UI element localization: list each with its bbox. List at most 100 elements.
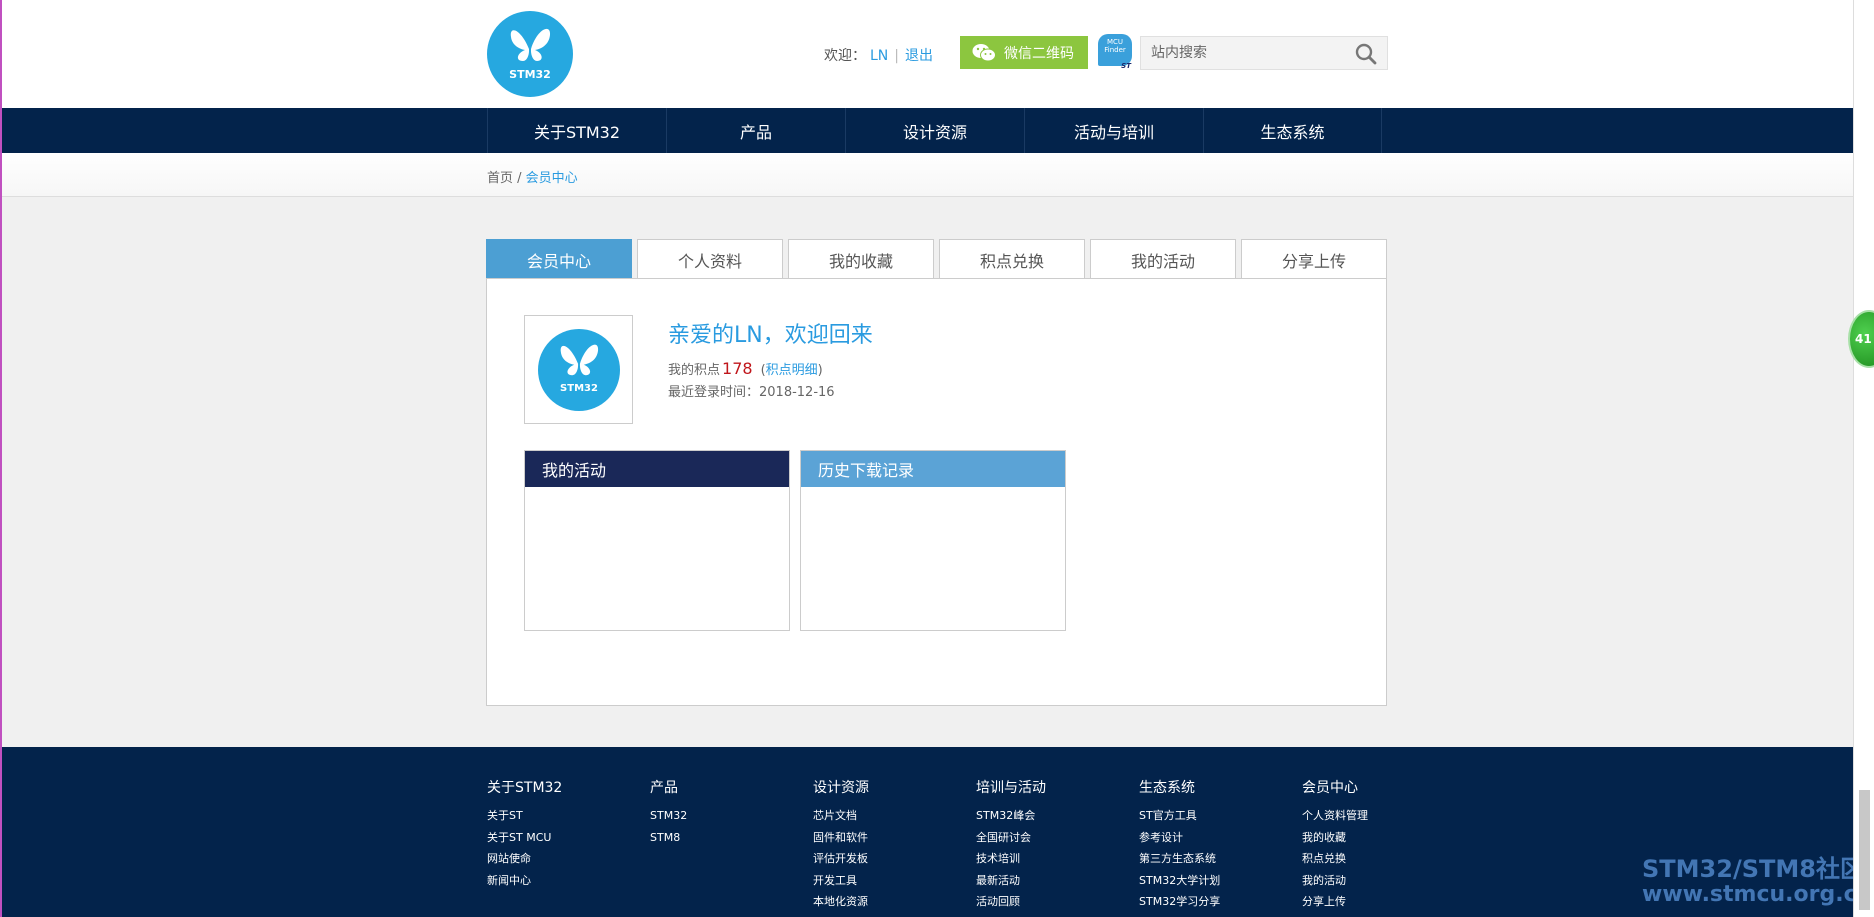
footer-link[interactable]: 最新活动 (976, 870, 1136, 892)
main-nav: 关于STM32 产品 设计资源 活动与培训 生态系统 (2, 108, 1853, 153)
footer-link[interactable]: 关于ST (487, 805, 647, 827)
nav-item-design-resources[interactable]: 设计资源 (845, 108, 1024, 153)
footer-col-member: 会员中心 个人资料管理 我的收藏 积点兑换 我的活动 分享上传 (1302, 777, 1462, 913)
site-watermark: STM32/STM8社区 www.stmcu.org.c (1642, 855, 1864, 907)
site-footer: 关于STM32 关于ST 关于ST MCU 网站使命 新闻中心 产品 STM32… (2, 747, 1853, 917)
username-link[interactable]: LN (870, 48, 888, 64)
site-header: STM32 欢迎： LN | 退出 微信二维码 MCU Finder ST (2, 0, 1853, 108)
my-activities-box: 我的活动 (524, 450, 790, 631)
footer-link[interactable]: 我的收藏 (1302, 827, 1462, 849)
last-login-label: 最近登录时间： (668, 385, 760, 400)
breadcrumb-current[interactable]: 会员中心 (526, 171, 578, 186)
footer-link[interactable]: STM32大学计划 (1139, 870, 1299, 892)
avatar-logo: STM32 (538, 329, 620, 411)
my-activities-header: 我的活动 (525, 451, 789, 487)
search-box (1140, 36, 1388, 70)
vertical-scrollbar[interactable] (1853, 0, 1874, 917)
footer-col-design: 设计资源 芯片文档 固件和软件 评估开发板 开发工具 本地化资源 (813, 777, 973, 913)
footer-link[interactable]: 开发工具 (813, 870, 973, 892)
stm32-logo[interactable]: STM32 (487, 11, 573, 97)
footer-link[interactable]: 新闻中心 (487, 870, 647, 892)
footer-link[interactable]: 固件和软件 (813, 827, 973, 849)
wechat-button-label: 微信二维码 (1004, 45, 1074, 62)
welcome-label: 欢迎： (824, 48, 866, 64)
last-login-value: 2018-12-16 (759, 385, 835, 400)
search-icon[interactable] (1355, 43, 1377, 65)
tab-share-upload[interactable]: 分享上传 (1241, 239, 1387, 279)
tab-favorites[interactable]: 我的收藏 (788, 239, 934, 279)
footer-col-ecosystem: 生态系统 ST官方工具 参考设计 第三方生态系统 STM32大学计划 STM32… (1139, 777, 1299, 913)
last-login-line: 最近登录时间：2018-12-16 (668, 381, 835, 400)
footer-heading[interactable]: 生态系统 (1139, 777, 1299, 797)
welcome-area: 欢迎： LN | 退出 (824, 45, 933, 65)
footer-heading[interactable]: 产品 (650, 777, 810, 797)
breadcrumb-home[interactable]: 首页 (487, 171, 513, 186)
search-input[interactable] (1141, 37, 1346, 69)
breadcrumb-sep: / (513, 171, 526, 186)
points-line: 我的积点 178 (积点明细) (668, 359, 823, 378)
footer-link[interactable]: STM32 (650, 805, 810, 827)
floating-counter-value: 41 (1855, 332, 1872, 346)
download-history-header: 历史下载记录 (801, 451, 1065, 487)
butterfly-icon (560, 344, 599, 376)
logout-link[interactable]: 退出 (905, 48, 933, 64)
footer-link[interactable]: STM32学习分享 (1139, 891, 1299, 913)
divider: | (894, 48, 899, 64)
points-detail-link[interactable]: 积点明细 (766, 363, 818, 378)
mcu-finder-label: MCU Finder (1104, 38, 1126, 54)
breadcrumb-bar: 首页 / 会员中心 (2, 153, 1853, 197)
points-label: 我的积点 (668, 363, 721, 378)
footer-link[interactable]: 全国研讨会 (976, 827, 1136, 849)
footer-link[interactable]: 我的活动 (1302, 870, 1462, 892)
footer-link[interactable]: 关于ST MCU (487, 827, 647, 849)
floating-counter-badge[interactable]: 41 (1848, 310, 1874, 368)
footer-heading[interactable]: 设计资源 (813, 777, 973, 797)
greeting-title: 亲爱的LN，欢迎回来 (668, 323, 873, 348)
avatar[interactable]: STM32 (524, 315, 633, 424)
scrollbar-thumb[interactable] (1859, 790, 1870, 910)
footer-link[interactable]: 第三方生态系统 (1139, 848, 1299, 870)
nav-item-events-training[interactable]: 活动与培训 (1024, 108, 1203, 153)
footer-heading[interactable]: 培训与活动 (976, 777, 1136, 797)
footer-link[interactable]: 本地化资源 (813, 891, 973, 913)
nav-item-ecosystem[interactable]: 生态系统 (1203, 108, 1382, 153)
points-value: 178 (722, 359, 753, 378)
footer-link[interactable]: 评估开发板 (813, 848, 973, 870)
footer-col-training: 培训与活动 STM32峰会 全国研讨会 技术培训 最新活动 活动回顾 (976, 777, 1136, 913)
footer-link[interactable]: 积点兑换 (1302, 848, 1462, 870)
butterfly-icon (510, 28, 551, 61)
footer-heading[interactable]: 会员中心 (1302, 777, 1462, 797)
mcu-finder-icon[interactable]: MCU Finder ST (1098, 34, 1132, 70)
footer-link[interactable]: 芯片文档 (813, 805, 973, 827)
wechat-icon (972, 43, 996, 61)
tab-points-exchange[interactable]: 积点兑换 (939, 239, 1085, 279)
avatar-text: STM32 (560, 383, 598, 394)
footer-col-about: 关于STM32 关于ST 关于ST MCU 网站使命 新闻中心 (487, 777, 647, 891)
footer-link[interactable]: 参考设计 (1139, 827, 1299, 849)
footer-link[interactable]: 网站使命 (487, 848, 647, 870)
logo-text: STM32 (509, 68, 551, 81)
download-history-box: 历史下载记录 (800, 450, 1066, 631)
footer-link[interactable]: 个人资料管理 (1302, 805, 1462, 827)
footer-link[interactable]: STM8 (650, 827, 810, 849)
st-brand-label: ST (1121, 62, 1131, 70)
footer-link[interactable]: 分享上传 (1302, 891, 1462, 913)
footer-link[interactable]: 技术培训 (976, 848, 1136, 870)
footer-link[interactable]: STM32峰会 (976, 805, 1136, 827)
footer-col-products: 产品 STM32 STM8 (650, 777, 810, 848)
watermark-line2: www.stmcu.org.c (1642, 882, 1857, 907)
footer-heading[interactable]: 关于STM32 (487, 777, 647, 797)
tab-profile[interactable]: 个人资料 (637, 239, 783, 279)
watermark-line1: STM32/STM8社区 (1642, 855, 1864, 883)
breadcrumb: 首页 / 会员中心 (487, 167, 578, 186)
member-panel: STM32 亲爱的LN，欢迎回来 我的积点 178 (积点明细) 最近登录时间：20… (486, 278, 1387, 706)
footer-link[interactable]: 活动回顾 (976, 891, 1136, 913)
tab-my-activities[interactable]: 我的活动 (1090, 239, 1236, 279)
tab-member-center[interactable]: 会员中心 (486, 239, 632, 279)
member-tabs: 会员中心 个人资料 我的收藏 积点兑换 我的活动 分享上传 (486, 239, 1387, 279)
nav-item-products[interactable]: 产品 (666, 108, 845, 153)
wechat-qrcode-button[interactable]: 微信二维码 (960, 36, 1088, 69)
paren-close: ) (817, 363, 823, 378)
footer-link[interactable]: ST官方工具 (1139, 805, 1299, 827)
nav-item-about[interactable]: 关于STM32 (487, 108, 666, 153)
